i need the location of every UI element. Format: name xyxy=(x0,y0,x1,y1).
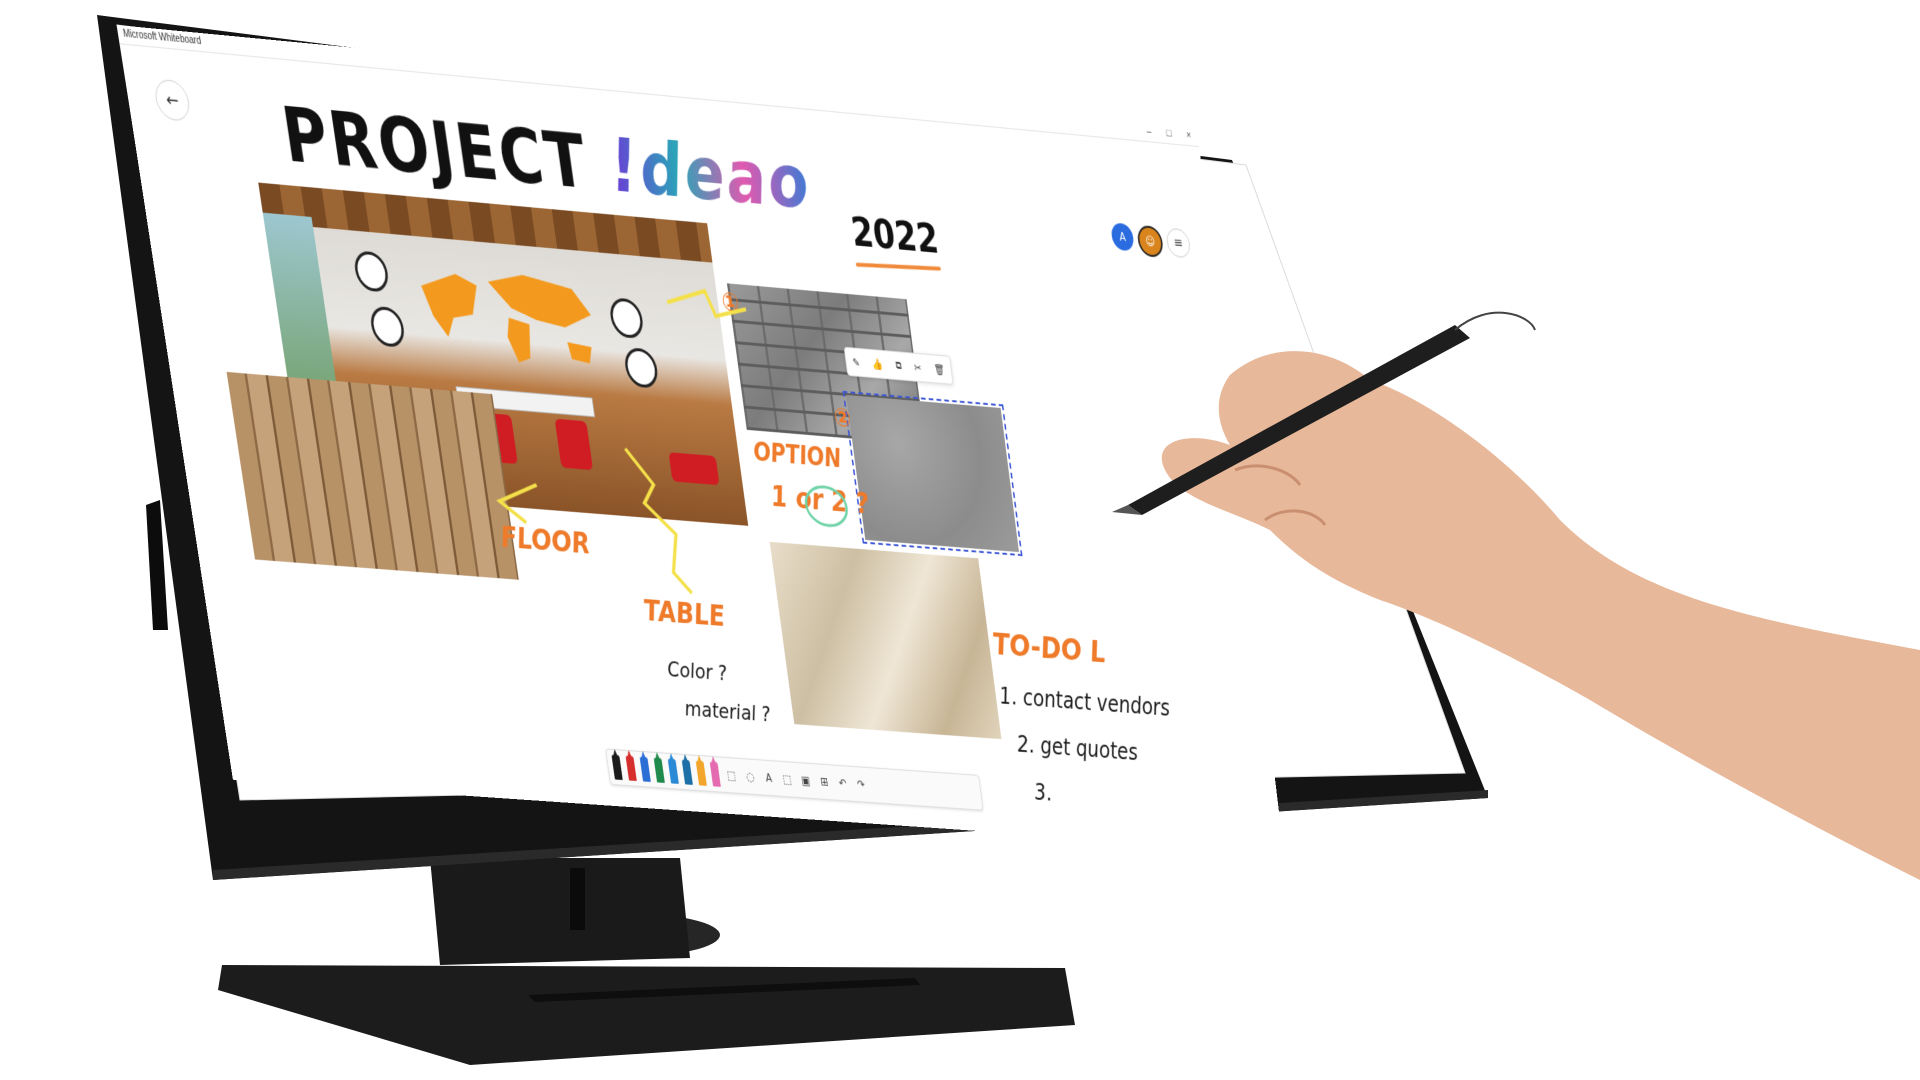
hand-with-stylus xyxy=(1112,311,1920,880)
monitor: Microsoft Whiteboard – □ × ← PROJECT !de… xyxy=(0,0,1920,1080)
stylus-lanyard xyxy=(1454,311,1536,331)
